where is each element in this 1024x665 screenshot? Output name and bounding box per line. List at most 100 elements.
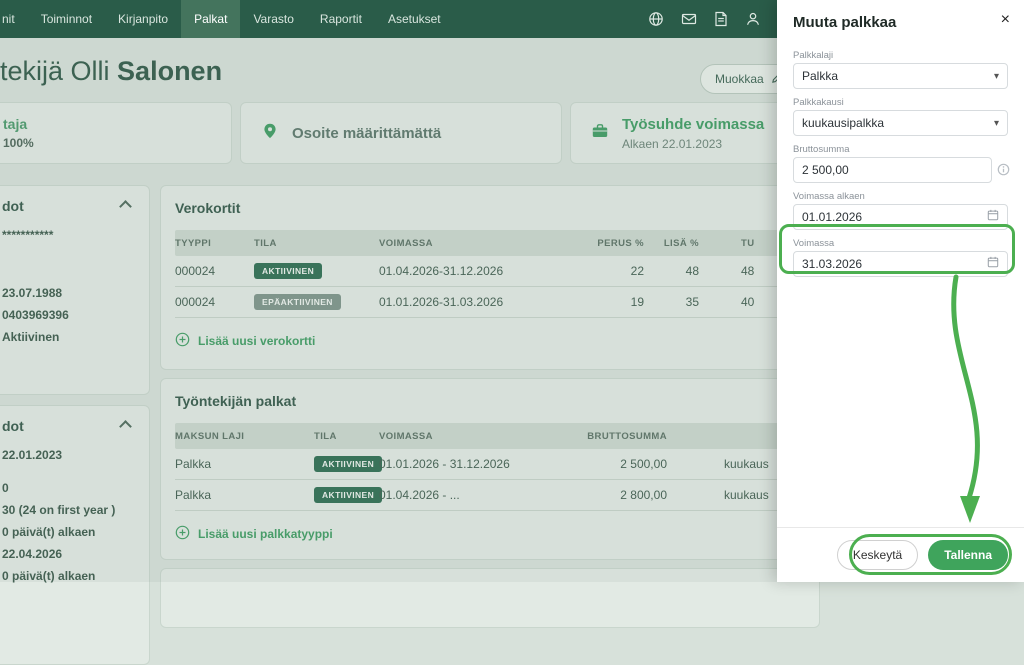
salaries-table-header: MAKSUN LAJI TILA VOIMASSA BRUTTOSUMMA (175, 423, 805, 449)
user-icon[interactable] (745, 11, 761, 27)
palkkakausi-field: Palkkakausi kuukausipalkka ▾ (793, 97, 1008, 136)
col-voimassa: VOIMASSA (379, 431, 559, 442)
add-tax-card-link[interactable]: Lisää uusi verokortti (175, 332, 315, 350)
location-pin-icon (261, 122, 279, 145)
calendar-icon (987, 208, 999, 226)
palkkakausi-label: Palkkakausi (793, 97, 1008, 108)
mail-icon[interactable] (681, 11, 697, 27)
palkkalaji-label: Palkkalaji (793, 50, 1008, 61)
chevron-down-icon: ▾ (994, 118, 999, 129)
info-icon[interactable] (997, 163, 1010, 181)
col-tila: TILA (254, 238, 379, 249)
voimassa-alkaen-label: Voimassa alkaen (793, 191, 1008, 202)
cell-pay-type: Palkka (175, 488, 314, 502)
cell-type: 000024 (175, 295, 254, 309)
vacation-days-value: 30 (24 on first year ) (2, 503, 133, 518)
nav-item-asetukset[interactable]: Asetukset (375, 0, 454, 38)
add-tax-card-label: Lisää uusi verokortti (198, 334, 315, 348)
plus-circle-icon (175, 332, 190, 350)
address-card: Osoite määrittämättä (240, 102, 562, 164)
days-value-1: 0 (2, 481, 133, 496)
col-bruttosumma: BRUTTOSUMMA (559, 431, 667, 442)
status-badge: AKTIIVINEN (254, 263, 322, 279)
cell-valid: 01.04.2026 - ... (379, 488, 559, 502)
nav-item-kirjanpito[interactable]: Kirjanpito (105, 0, 181, 38)
date-value-2: 22.04.2026 (2, 547, 133, 562)
cell-extra-pct: 35 (644, 295, 699, 309)
panel-footer: Keskeytä Tallenna (777, 527, 1024, 582)
palkkalaji-select[interactable]: Palkka ▾ (793, 63, 1008, 89)
nav-item-toiminnot[interactable]: Toiminnot (28, 0, 105, 38)
globe-icon[interactable] (648, 11, 664, 27)
employment-status-title: Työsuhde voimassa (622, 116, 764, 133)
sidebar-section-personal-header[interactable]: dot (2, 198, 133, 214)
nav-item-varasto[interactable]: Varasto (240, 0, 306, 38)
calendar-icon (987, 255, 999, 273)
cell-valid: 01.01.2026 - 31.12.2026 (379, 457, 559, 471)
col-voimassa: VOIMASSA (379, 238, 569, 249)
cancel-button[interactable]: Keskeytä (837, 540, 918, 570)
status-value: Aktiivinen (2, 330, 133, 345)
sidebar-section-employment-header[interactable]: dot (2, 418, 133, 434)
status-badge: AKTIIVINEN (314, 487, 382, 503)
page-title: tekijä Olli Salonen (0, 56, 222, 87)
voimassa-field: Voimassa 31.03.2026 (793, 238, 1008, 277)
palkkalaji-field: Palkkalaji Palkka ▾ (793, 50, 1008, 89)
nav-item-palkat[interactable]: Palkat (181, 0, 240, 38)
start-date-value: 22.01.2023 (2, 448, 133, 463)
tax-cards-table-header: TYYPPI TILA VOIMASSA PERUS % LISÄ % TU (175, 230, 805, 256)
cell-valid: 01.04.2026-31.12.2026 (379, 264, 569, 278)
status-badge: AKTIIVINEN (314, 456, 382, 472)
cell-base-pct: 19 (569, 295, 644, 309)
bruttosumma-label: Bruttosumma (793, 144, 1008, 155)
phone-value: 0403969396 (2, 308, 133, 323)
voimassa-input[interactable]: 31.03.2026 (793, 251, 1008, 277)
cell-pay-type: Palkka (175, 457, 314, 471)
palkkakausi-select[interactable]: kuukausipalkka ▾ (793, 110, 1008, 136)
col-tila: TILA (314, 431, 379, 442)
table-row[interactable]: 000024 EPÄAKTIIVINEN 01.01.2026-31.03.20… (175, 287, 805, 318)
bruttosumma-field: Bruttosumma 2 500,00 (793, 144, 1008, 183)
nav-item-raportit[interactable]: Raportit (307, 0, 375, 38)
employment-type-card: taja 100% (0, 102, 232, 164)
edit-button-label: Muokkaa (715, 72, 764, 86)
col-lisa: LISÄ % (644, 238, 699, 249)
add-salary-type-link[interactable]: Lisää uusi palkkatyyppi (175, 525, 333, 543)
next-section-card (160, 568, 820, 628)
page-title-prefix: tekijä Olli (0, 56, 110, 86)
col-maksun-laji: MAKSUN LAJI (175, 431, 314, 442)
cell-base-pct: 22 (569, 264, 644, 278)
cell-gross: 2 500,00 (559, 457, 667, 471)
nav-item-truncated[interactable]: nit (0, 0, 28, 38)
close-icon[interactable]: × (1001, 11, 1010, 29)
save-button[interactable]: Tallenna (928, 540, 1008, 570)
page-title-name: Salonen (117, 56, 222, 86)
tax-cards-section: Verokortit TYYPPI TILA VOIMASSA PERUS % … (160, 185, 820, 370)
cell-gross: 2 800,00 (559, 488, 667, 502)
chevron-down-icon: ▾ (994, 71, 999, 82)
masked-ssn-value: *********** (2, 228, 133, 243)
status-badge: EPÄAKTIIVINEN (254, 294, 341, 310)
table-row[interactable]: Palkka AKTIIVINEN 01.04.2026 - ... 2 800… (175, 480, 805, 511)
table-row[interactable]: Palkka AKTIIVINEN 01.01.2026 - 31.12.202… (175, 449, 805, 480)
voimassa-alkaen-input[interactable]: 01.01.2026 (793, 204, 1008, 230)
table-row[interactable]: 000024 AKTIIVINEN 01.04.2026-31.12.2026 … (175, 256, 805, 287)
voimassa-alkaen-field: Voimassa alkaen 01.01.2026 (793, 191, 1008, 230)
cell-type: 000024 (175, 264, 254, 278)
days-since-value-1: 0 päivä(t) alkaen (2, 525, 133, 540)
cell-extra-pct: 48 (644, 264, 699, 278)
document-icon[interactable] (714, 11, 728, 27)
panel-form: Palkkalaji Palkka ▾ Palkkakausi kuukausi… (777, 42, 1024, 277)
cell-valid: 01.01.2026-31.03.2026 (379, 295, 569, 309)
plus-circle-icon (175, 525, 190, 543)
chevron-up-icon (119, 420, 132, 433)
salaries-section: Työntekijän palkat MAKSUN LAJI TILA VOIM… (160, 378, 820, 560)
birthdate-value: 23.07.1988 (2, 286, 133, 301)
employment-type-title: taja (3, 116, 34, 132)
bruttosumma-input[interactable]: 2 500,00 (793, 157, 992, 183)
add-salary-type-label: Lisää uusi palkkatyyppi (198, 527, 333, 541)
sidebar-section-personal-title: dot (2, 198, 24, 214)
voimassa-label: Voimassa (793, 238, 1008, 249)
sidebar-section-personal: dot *********** 23.07.1988 0403969396 Ak… (0, 185, 150, 395)
panel-header: Muuta palkkaa × (777, 0, 1024, 42)
